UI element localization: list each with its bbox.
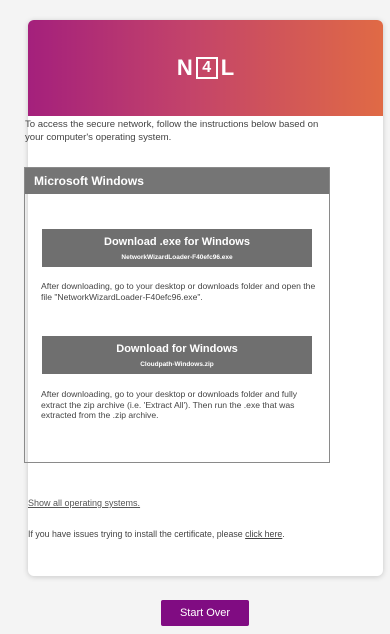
download-exe-label: Download .exe for Windows [104, 236, 250, 248]
download-zip-button[interactable]: Download for Windows Cloudpath-Windows.z… [42, 336, 312, 374]
logo-letter-l: L [220, 55, 235, 80]
start-over-button[interactable]: Start Over [161, 600, 249, 626]
download-zip-filename: Cloudpath-Windows.zip [140, 361, 214, 368]
brand-banner: N 4 L [28, 20, 383, 116]
logo-box-4: 4 [195, 57, 218, 79]
logo-letter-n: N [176, 55, 193, 80]
issues-suffix: . [282, 529, 285, 539]
zip-instructions: After downloading, go to your desktop or… [41, 389, 298, 420]
os-section-windows: Microsoft Windows Download .exe for Wind… [24, 167, 330, 463]
download-zip-label: Download for Windows [116, 343, 238, 355]
issues-text: If you have issues trying to install the… [28, 529, 328, 540]
download-exe-button[interactable]: Download .exe for Windows NetworkWizardL… [42, 229, 312, 267]
show-all-os-link[interactable]: Show all operating systems. [28, 498, 140, 508]
os-section-title: Microsoft Windows [25, 168, 329, 194]
download-exe-filename: NetworkWizardLoader-F40efc96.exe [121, 254, 233, 261]
exe-instructions: After downloading, go to your desktop or… [41, 281, 316, 302]
issues-message: If you have issues trying to install the… [28, 529, 243, 539]
n4l-logo: N 4 L [177, 57, 234, 79]
intro-text: To access the secure network, follow the… [25, 119, 319, 143]
click-here-link[interactable]: click here [245, 529, 282, 539]
